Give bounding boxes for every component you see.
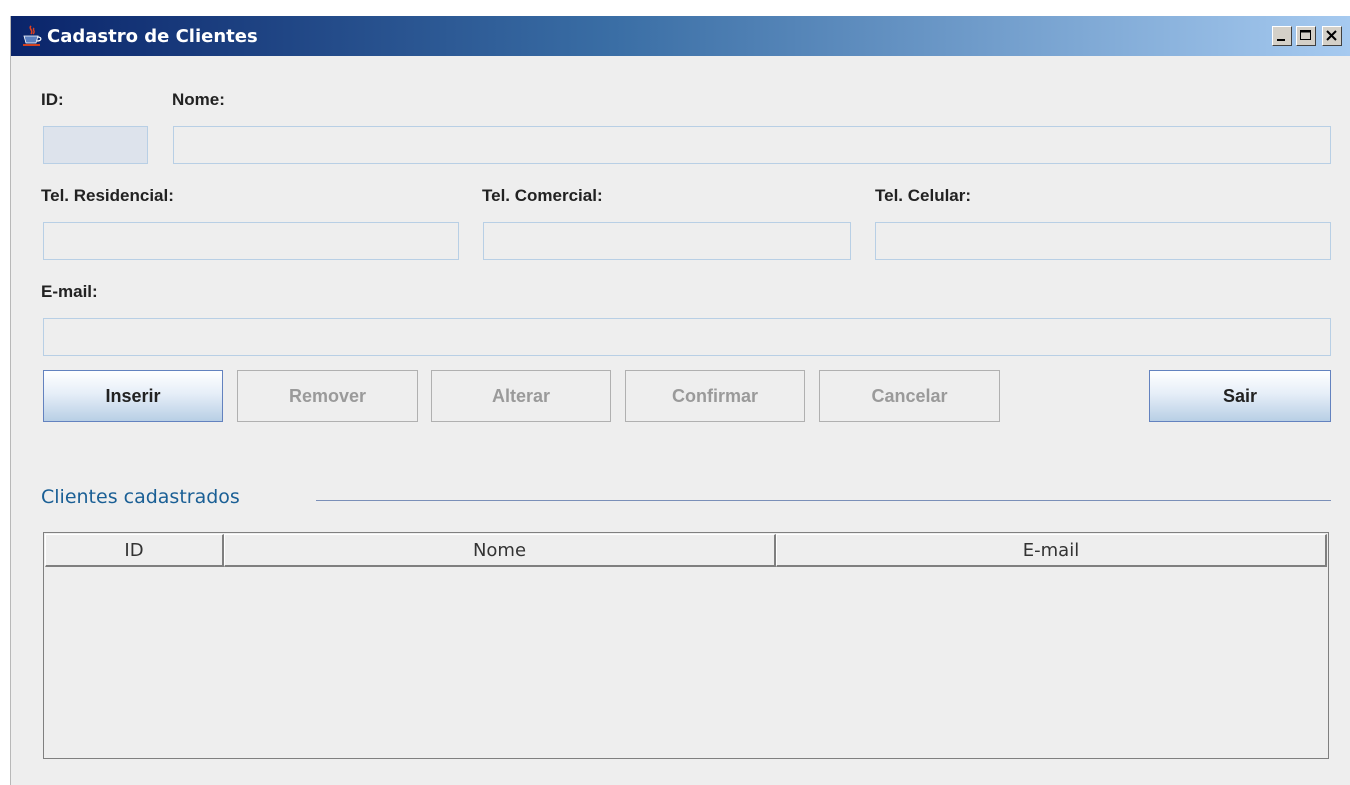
tel-comercial-label: Tel. Comercial: [482,186,603,205]
nome-field[interactable] [173,126,1331,164]
close-button[interactable] [1322,26,1342,46]
close-icon [1326,30,1337,41]
minimize-icon [1277,39,1285,41]
maximize-icon [1300,30,1311,40]
id-label: ID: [41,90,64,109]
column-header-id[interactable]: ID [45,534,224,567]
email-label: E-mail: [41,282,98,301]
sair-button[interactable]: Sair [1149,370,1331,422]
tel-celular-field[interactable] [875,222,1331,260]
table-header: ID Nome E-mail [45,534,1327,567]
clientes-section-title: Clientes cadastrados [41,486,240,508]
maximize-button[interactable] [1296,26,1316,46]
clientes-table[interactable]: ID Nome E-mail [43,532,1329,759]
table-body[interactable] [45,567,1327,757]
minimize-button[interactable] [1272,26,1292,46]
column-header-nome[interactable]: Nome [224,534,776,567]
title-bar[interactable]: Cadastro de Clientes [11,16,1350,56]
nome-label: Nome: [172,90,225,109]
tel-residencial-label: Tel. Residencial: [41,186,174,205]
email-field[interactable] [43,318,1331,356]
inserir-button[interactable]: Inserir [43,370,223,422]
java-coffee-cup-icon [23,25,42,46]
tel-celular-label: Tel. Celular: [875,186,972,205]
column-header-email[interactable]: E-mail [776,534,1327,567]
remover-button[interactable]: Remover [237,370,418,422]
alterar-button[interactable]: Alterar [431,370,611,422]
id-field[interactable] [43,126,148,164]
tel-comercial-field[interactable] [483,222,851,260]
main-window: Cadastro de Clientes ID: Nome: Tel. Resi… [10,16,1350,785]
cancelar-button[interactable]: Cancelar [819,370,1000,422]
confirmar-button[interactable]: Confirmar [625,370,805,422]
tel-residencial-field[interactable] [43,222,459,260]
window-title: Cadastro de Clientes [47,26,258,47]
section-divider [316,500,1331,501]
